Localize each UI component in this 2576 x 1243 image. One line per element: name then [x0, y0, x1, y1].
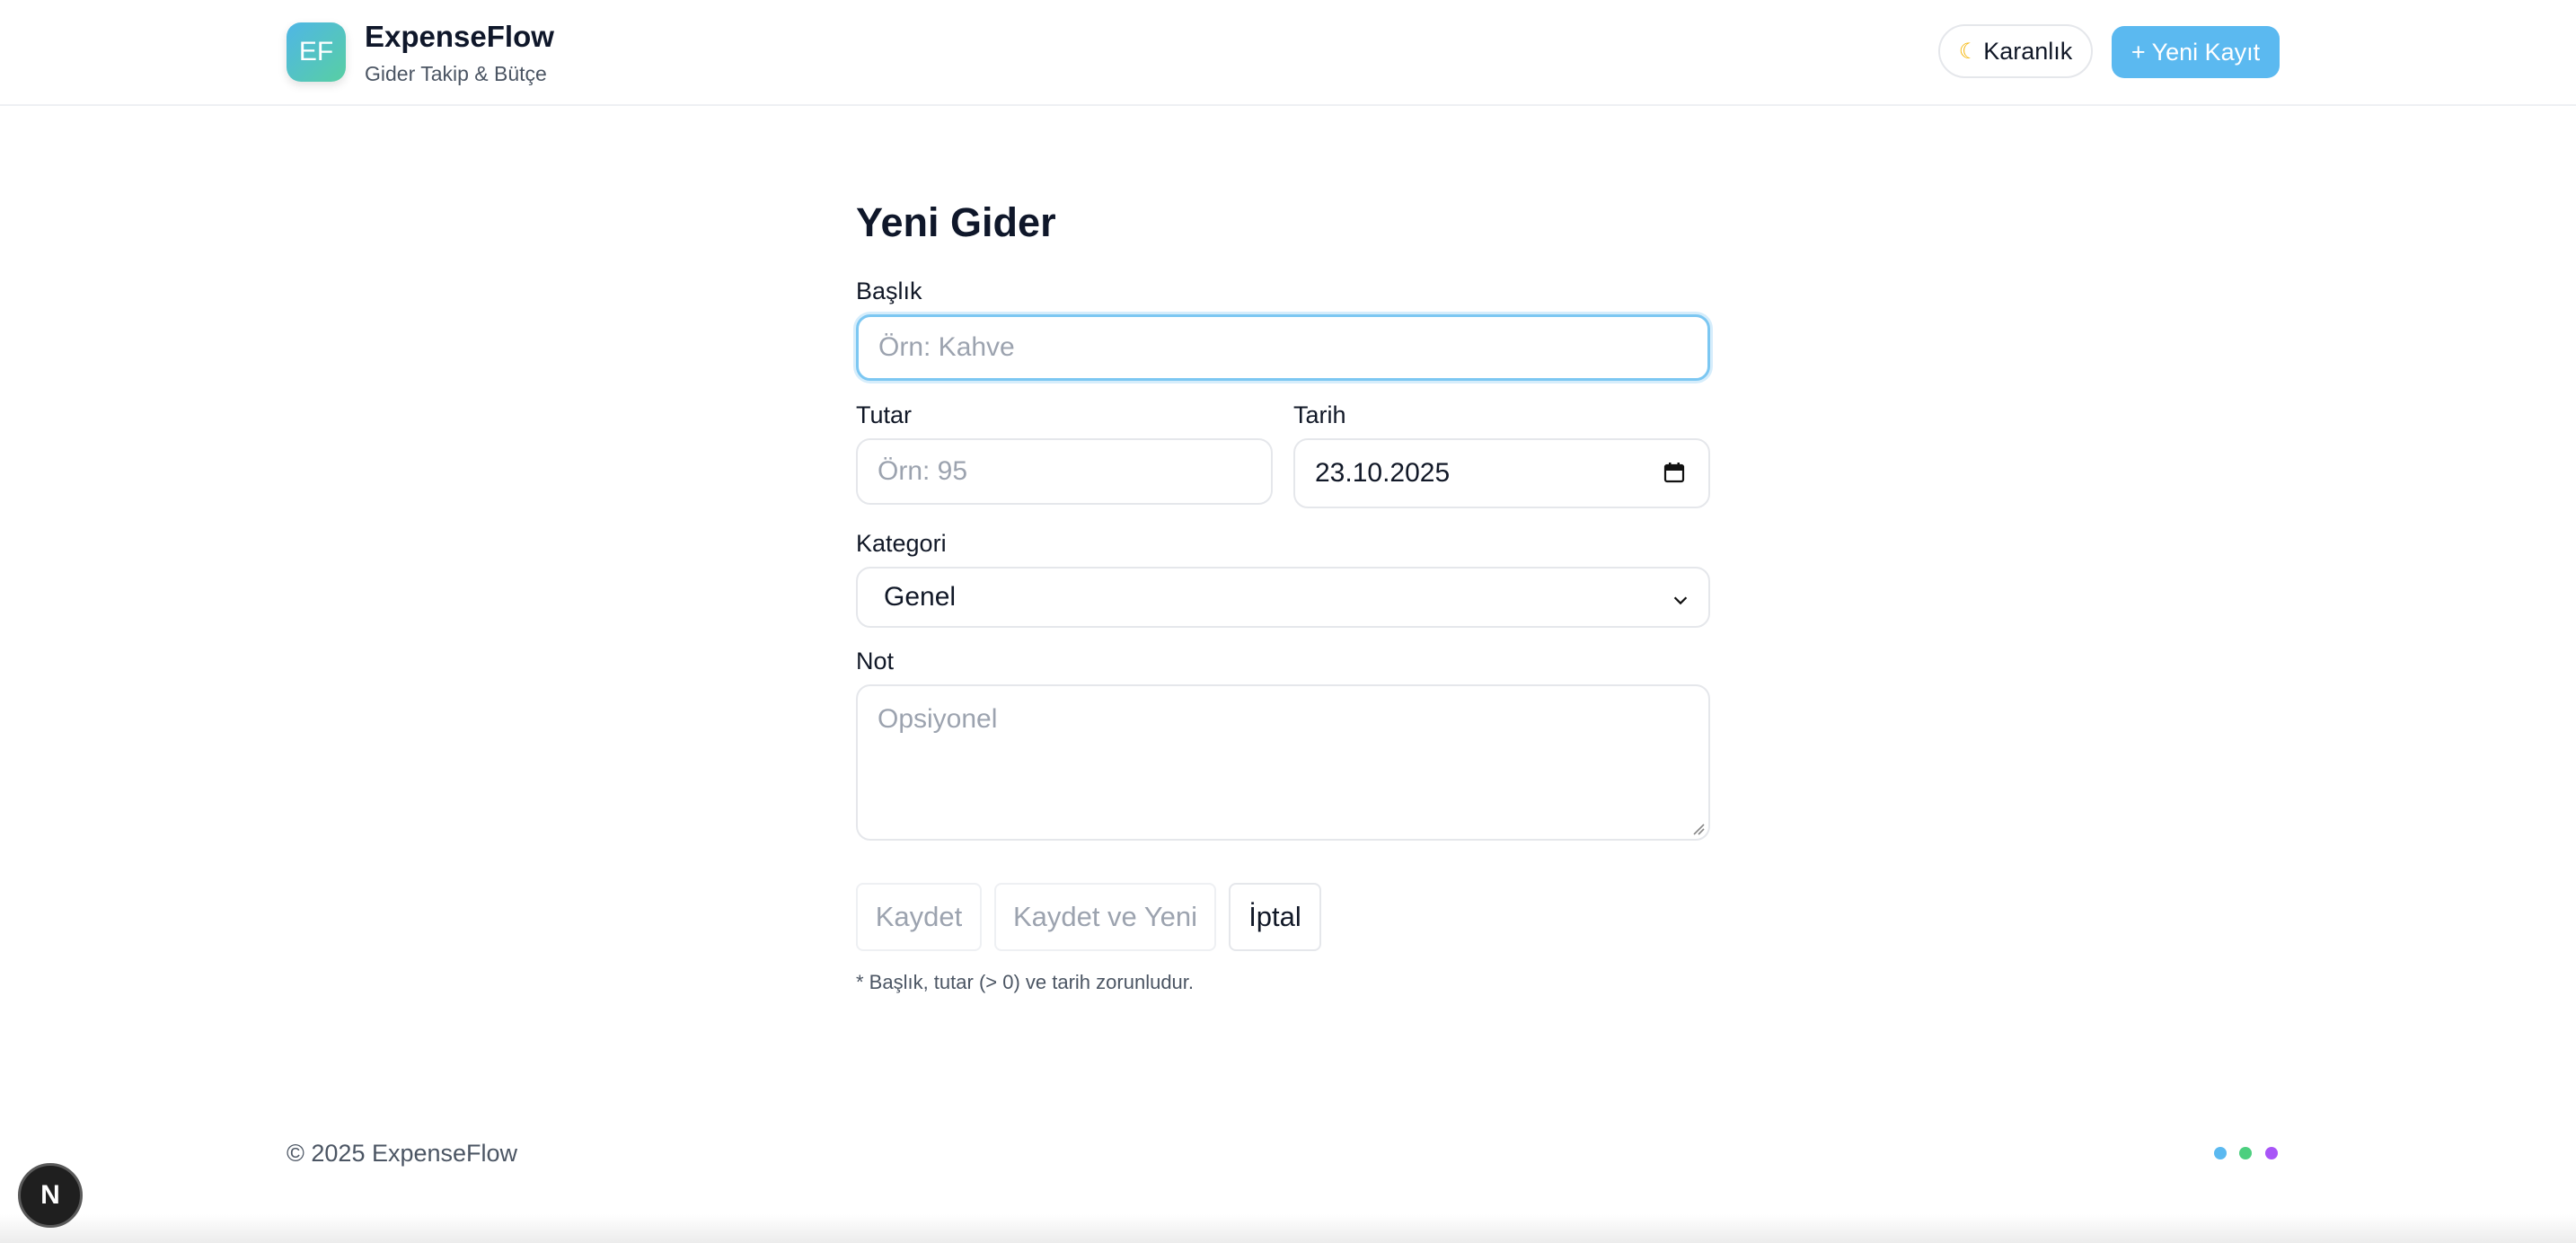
app-logo: EF	[287, 22, 346, 82]
date-label: Tarih	[1293, 401, 1346, 428]
title-placeholder: Örn: Kahve	[878, 332, 1015, 362]
footer-copyright: © 2025 ExpenseFlow	[287, 1140, 518, 1167]
amount-input[interactable]: Örn: 95	[856, 438, 1273, 505]
footer-dot-green	[2239, 1147, 2252, 1159]
cancel-button[interactable]: İptal	[1229, 883, 1321, 951]
dev-tools-badge[interactable]: N	[18, 1163, 83, 1228]
note-label: Not	[856, 648, 895, 674]
footer-dot-purple	[2265, 1147, 2278, 1159]
page-title: Yeni Gider	[856, 199, 1056, 245]
brand-subtitle: Gider Takip & Bütçe	[365, 62, 547, 85]
note-textarea[interactable]: Opsiyonel	[856, 684, 1710, 841]
title-label: Başlık	[856, 278, 922, 304]
chevron-down-icon	[1673, 596, 1688, 605]
required-hint: * Başlık, tutar (> 0) ve tarih zorunludu…	[856, 971, 1195, 993]
moon-icon: ☾	[1958, 39, 1979, 64]
theme-toggle-label: Karanlık	[1983, 37, 2073, 65]
new-record-button[interactable]: + Yeni Kayıt	[2112, 26, 2280, 78]
brand-name: ExpenseFlow	[365, 20, 554, 53]
title-input[interactable]: Örn: Kahve	[856, 314, 1710, 381]
category-value: Genel	[884, 582, 957, 612]
category-select[interactable]: Genel	[856, 567, 1710, 628]
calendar-icon[interactable]	[1663, 462, 1685, 483]
save-and-new-button[interactable]: Kaydet ve Yeni	[994, 883, 1216, 951]
theme-toggle-button[interactable]: ☾ Karanlık	[1938, 24, 2093, 78]
note-placeholder: Opsiyonel	[878, 704, 998, 734]
amount-placeholder: Örn: 95	[878, 456, 968, 486]
category-label: Kategori	[856, 530, 947, 557]
date-input[interactable]: 23.10.2025	[1293, 438, 1710, 508]
resize-handle-icon[interactable]	[1692, 823, 1705, 835]
top-header: EF ExpenseFlow Gider Takip & Bütçe ☾ Kar…	[0, 0, 2576, 106]
amount-label: Tutar	[856, 401, 913, 428]
footer-dot-blue	[2214, 1147, 2227, 1159]
date-value: 23.10.2025	[1315, 458, 1451, 488]
bottom-edge	[0, 1214, 2576, 1243]
save-button[interactable]: Kaydet	[856, 883, 982, 951]
